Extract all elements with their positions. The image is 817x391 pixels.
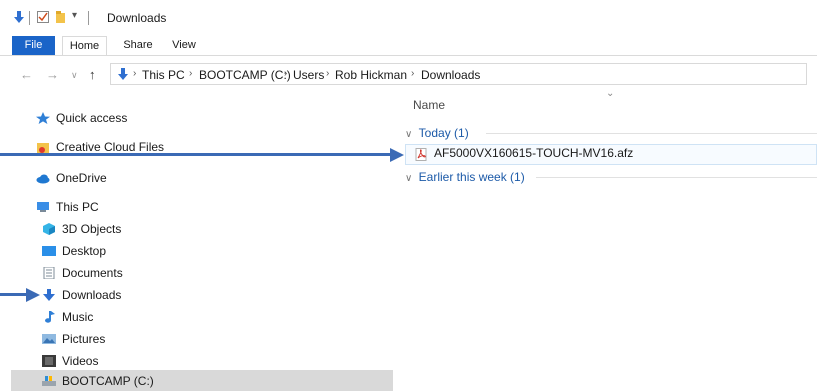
- nav-label: 3D Objects: [62, 222, 122, 236]
- forward-arrow-icon[interactable]: →: [46, 67, 59, 82]
- group-divider: [536, 177, 817, 178]
- customize-toolbar-icon[interactable]: ▾: [72, 10, 77, 21]
- downloads-location-icon: [118, 68, 128, 80]
- nav-label: Creative Cloud Files: [56, 140, 165, 154]
- breadcrumb-users[interactable]: Users: [293, 68, 324, 82]
- nav-label: OneDrive: [56, 171, 107, 185]
- address-row: ← → ∨ ↑ › This PC › BOOTCAMP (C:) › User…: [0, 63, 817, 87]
- star-icon: [36, 111, 50, 124]
- callout-arrow-line: [0, 153, 392, 156]
- drive-icon: [42, 375, 56, 386]
- nav-label: Desktop: [62, 244, 107, 258]
- breadcrumb-chevron-icon[interactable]: ›: [284, 68, 287, 79]
- nav-item-videos[interactable]: Videos: [42, 351, 98, 371]
- film-strip-icon: [42, 354, 56, 367]
- callout-arrow-head-icon: [26, 287, 40, 302]
- address-bar[interactable]: › This PC › BOOTCAMP (C:) › Users › Rob …: [110, 63, 807, 85]
- group-label: Today (1): [418, 126, 469, 140]
- download-arrow-icon: [43, 288, 55, 301]
- tab-file[interactable]: File: [12, 36, 55, 55]
- document-icon: [43, 266, 55, 279]
- breadcrumb-chevron-icon[interactable]: ›: [411, 68, 414, 79]
- nav-item-music[interactable]: Music: [42, 307, 93, 327]
- pictures-icon: [42, 333, 56, 344]
- computer-icon: [37, 201, 49, 212]
- cube-3d-icon: [43, 222, 55, 235]
- tab-view[interactable]: View: [166, 36, 202, 55]
- breadcrumb-rob-hickman[interactable]: Rob Hickman: [335, 68, 407, 82]
- group-label: Earlier this week (1): [418, 170, 525, 184]
- breadcrumb-this-pc[interactable]: This PC: [142, 68, 185, 82]
- breadcrumb-chevron-icon[interactable]: ›: [189, 68, 192, 79]
- nav-item-documents[interactable]: Documents: [42, 263, 123, 283]
- nav-label: Music: [62, 310, 94, 324]
- up-arrow-icon[interactable]: ↑: [89, 67, 96, 82]
- group-collapse-chevron-icon[interactable]: ∨: [405, 173, 412, 184]
- file-name[interactable]: AF5000VX160615-TOUCH-MV16.afz: [434, 146, 633, 160]
- recent-locations-chevron-icon[interactable]: ∨: [71, 70, 78, 81]
- nav-item-this-pc[interactable]: This PC: [36, 197, 99, 217]
- creative-cloud-folder-icon: [37, 142, 49, 153]
- title-separator: [29, 11, 30, 25]
- nav-item-pictures[interactable]: Pictures: [42, 329, 105, 349]
- group-collapse-chevron-icon[interactable]: ∨: [405, 129, 412, 140]
- nav-item-bootcamp[interactable]: BOOTCAMP (C:): [42, 371, 154, 391]
- group-header-earlier-this-week[interactable]: ∨ Earlier this week (1): [405, 168, 525, 186]
- nav-label: Pictures: [62, 332, 106, 346]
- down-arrow-icon[interactable]: [12, 10, 26, 24]
- nav-label: BOOTCAMP (C:): [62, 374, 154, 388]
- group-divider: [486, 133, 817, 134]
- pdf-file-icon: [415, 148, 427, 161]
- title-separator: [88, 11, 89, 25]
- nav-item-3d-objects[interactable]: 3D Objects: [42, 219, 121, 239]
- group-header-today[interactable]: ∨ Today (1): [405, 124, 469, 142]
- new-folder-icon[interactable]: [54, 10, 68, 24]
- window-title: Downloads: [107, 11, 167, 25]
- nav-label: This PC: [56, 200, 99, 214]
- nav-label: Documents: [62, 266, 123, 280]
- nav-item-quick-access[interactable]: Quick access: [36, 108, 127, 128]
- column-header-name[interactable]: Name: [413, 98, 445, 112]
- tab-home[interactable]: Home: [62, 36, 107, 55]
- title-bar: ▾ Downloads: [0, 0, 817, 36]
- onedrive-cloud-icon: [36, 174, 50, 184]
- breadcrumb-bootcamp[interactable]: BOOTCAMP (C:): [199, 68, 291, 82]
- desktop-icon: [42, 245, 56, 256]
- breadcrumb-chevron-icon[interactable]: ›: [326, 68, 329, 79]
- breadcrumb-chevron-icon[interactable]: ›: [133, 68, 136, 79]
- nav-item-desktop[interactable]: Desktop: [42, 241, 106, 261]
- properties-icon[interactable]: [36, 10, 50, 24]
- tab-share[interactable]: Share: [118, 36, 158, 55]
- nav-item-downloads[interactable]: Downloads: [42, 285, 121, 305]
- nav-label: Quick access: [56, 111, 128, 125]
- nav-label: Videos: [62, 354, 99, 368]
- nav-item-onedrive[interactable]: OneDrive: [36, 168, 107, 188]
- callout-arrow-head-icon: [390, 147, 404, 162]
- ribbon-divider: [0, 55, 817, 56]
- callout-arrow-line: [0, 293, 28, 296]
- breadcrumb-downloads[interactable]: Downloads: [421, 68, 480, 82]
- sort-chevron-icon[interactable]: ⌄: [606, 88, 614, 99]
- nav-label: Downloads: [62, 288, 122, 302]
- music-note-icon: [45, 310, 55, 323]
- back-arrow-icon[interactable]: ←: [20, 67, 33, 82]
